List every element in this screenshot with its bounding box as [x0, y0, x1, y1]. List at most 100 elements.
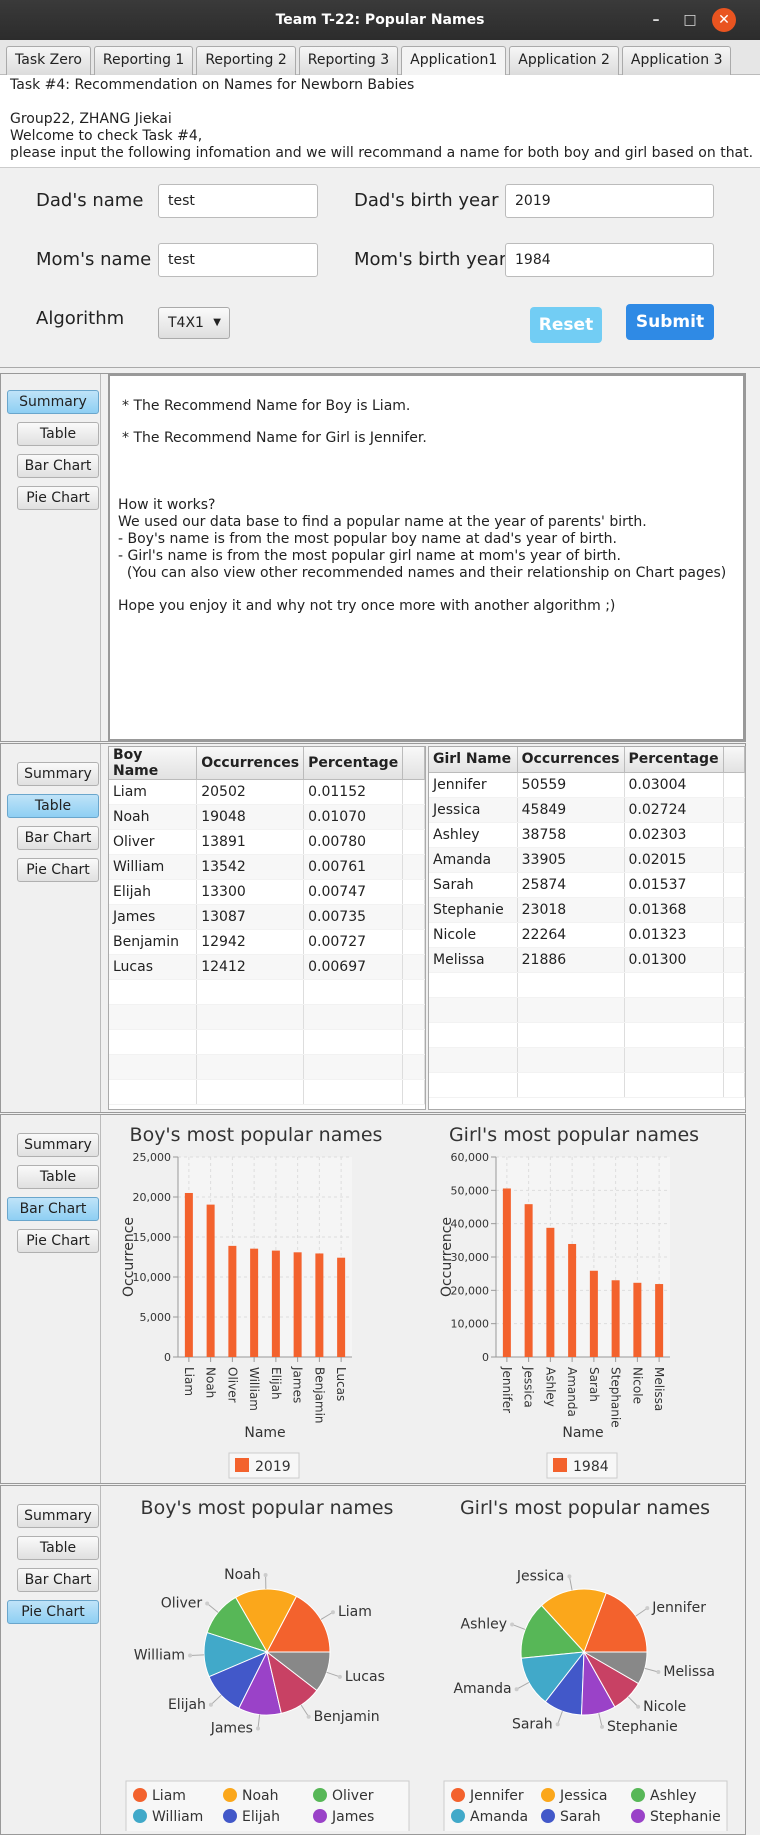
table-row[interactable]: Sarah258740.01537 — [429, 872, 745, 897]
mom-year-label: Mom's birth year — [354, 249, 506, 270]
occurrences-header[interactable]: Occurrences — [517, 747, 624, 772]
nav-bar-chart-button[interactable]: Bar Chart — [7, 1197, 99, 1221]
nav-bar-chart-button[interactable]: Bar Chart — [17, 826, 99, 850]
table-row[interactable] — [429, 1022, 745, 1047]
nav-table-button[interactable]: Table — [17, 422, 99, 446]
tab-reporting-2[interactable]: Reporting 2 — [196, 46, 295, 75]
window-title: Team T-22: Popular Names — [276, 12, 485, 28]
x-tick-label: Benjamin — [312, 1367, 326, 1424]
leader-dot — [256, 1726, 260, 1730]
table-row[interactable]: Oliver138910.00780 — [109, 830, 425, 855]
table-cell: Noah — [109, 805, 197, 830]
table-row[interactable]: Nicole222640.01323 — [429, 922, 745, 947]
summary-panel: Summary Table Bar Chart Pie Chart * The … — [0, 373, 746, 742]
table-row[interactable]: Elijah133000.00747 — [109, 880, 425, 905]
nav-summary-button[interactable]: Summary — [17, 1133, 99, 1157]
percentage-header[interactable]: Percentage — [624, 747, 723, 772]
table-row[interactable] — [109, 1030, 425, 1055]
nav-pie-chart-button[interactable]: Pie Chart — [17, 858, 99, 882]
bar — [250, 1249, 258, 1357]
leader-dot — [331, 1610, 335, 1614]
tab-task-zero[interactable]: Task Zero — [6, 46, 91, 75]
table-row[interactable]: Jennifer505590.03004 — [429, 772, 745, 797]
table-cell: 22264 — [517, 922, 624, 947]
table-row[interactable] — [109, 1080, 425, 1105]
girl-names-table[interactable]: Girl Name Occurrences Percentage Jennife… — [428, 746, 746, 1110]
summary-text: * The Recommend Name for Boy is Liam.* T… — [108, 374, 745, 741]
dad-name-input[interactable]: test — [158, 184, 318, 218]
legend-label: Noah — [242, 1788, 279, 1804]
nav-pie-chart-button[interactable]: Pie Chart — [7, 1600, 99, 1624]
leader-line — [301, 1705, 309, 1717]
table-cell: 50559 — [517, 772, 624, 797]
dad-year-input[interactable]: 2019 — [505, 184, 714, 218]
table-cell: 12942 — [197, 930, 304, 955]
y-tick-label: 20,000 — [451, 1284, 490, 1297]
submit-button[interactable]: Submit — [626, 304, 714, 340]
table-row[interactable]: Noah190480.01070 — [109, 805, 425, 830]
bar — [207, 1205, 215, 1357]
legend-swatch — [631, 1788, 645, 1802]
leader-line — [512, 1624, 525, 1629]
algorithm-value: T4X1 — [168, 315, 204, 331]
table-cell: 33905 — [517, 847, 624, 872]
close-icon[interactable]: ✕ — [712, 8, 736, 32]
tab-application-1[interactable]: Application1 — [401, 46, 506, 75]
table-row[interactable]: Stephanie230180.01368 — [429, 897, 745, 922]
maximize-icon[interactable]: □ — [678, 8, 702, 32]
table-cell: Jessica — [429, 797, 517, 822]
table-row[interactable] — [109, 1005, 425, 1030]
table-row[interactable] — [429, 972, 745, 997]
table-row[interactable]: Jessica458490.02724 — [429, 797, 745, 822]
nav-table-button[interactable]: Table — [17, 1165, 99, 1189]
nav-bar-chart-button[interactable]: Bar Chart — [17, 1568, 99, 1592]
nav-pie-chart-button[interactable]: Pie Chart — [17, 486, 99, 510]
table-cell: 38758 — [517, 822, 624, 847]
x-tick-label: Stephanie — [609, 1367, 623, 1428]
boy-names-table[interactable]: Boy Name Occurrences Percentage Liam2050… — [108, 746, 426, 1110]
bar — [568, 1244, 576, 1357]
leader-dot — [307, 1715, 311, 1719]
tab-application-3[interactable]: Application 3 — [622, 46, 732, 75]
nav-summary-button[interactable]: Summary — [7, 390, 99, 414]
x-axis-label: Name — [562, 1425, 603, 1441]
mom-name-input[interactable]: test — [158, 243, 318, 277]
table-row[interactable] — [429, 1047, 745, 1072]
table-row[interactable] — [109, 1055, 425, 1080]
info-line: Task #4: Recommendation on Names for New… — [10, 77, 750, 94]
nav-summary-button[interactable]: Summary — [17, 762, 99, 786]
table-cell: Melissa — [429, 947, 517, 972]
nav-pie-chart-button[interactable]: Pie Chart — [17, 1229, 99, 1253]
minimize-icon[interactable]: – — [644, 8, 668, 32]
algorithm-select[interactable]: T4X1 ▼ — [158, 307, 230, 339]
girl-name-header[interactable]: Girl Name — [429, 747, 517, 772]
tab-application-2[interactable]: Application 2 — [509, 46, 619, 75]
mom-year-input[interactable]: 1984 — [505, 243, 714, 277]
table-row[interactable]: Melissa218860.01300 — [429, 947, 745, 972]
reset-button[interactable]: Reset — [530, 307, 602, 343]
occurrences-header[interactable]: Occurrences — [197, 747, 304, 780]
boy-name-header[interactable]: Boy Name — [109, 747, 197, 780]
table-row[interactable]: Liam205020.01152 — [109, 780, 425, 805]
table-row[interactable]: Ashley387580.02303 — [429, 822, 745, 847]
nav-table-button[interactable]: Table — [7, 794, 99, 818]
table-row[interactable]: Lucas124120.00697 — [109, 955, 425, 980]
info-line: please input the following infomation an… — [10, 145, 750, 162]
table-row[interactable]: Benjamin129420.00727 — [109, 930, 425, 955]
table-row[interactable] — [429, 1072, 745, 1097]
table-row[interactable]: James130870.00735 — [109, 905, 425, 930]
percentage-header[interactable]: Percentage — [304, 747, 403, 780]
table-row[interactable] — [109, 980, 425, 1005]
tab-reporting-3[interactable]: Reporting 3 — [299, 46, 398, 75]
y-tick-label: 60,000 — [451, 1151, 490, 1164]
table-row[interactable] — [429, 997, 745, 1022]
x-tick-label: Ashley — [543, 1367, 557, 1407]
table-row[interactable]: William135420.00761 — [109, 855, 425, 880]
leader-dot — [645, 1606, 649, 1610]
tab-reporting-1[interactable]: Reporting 1 — [94, 46, 193, 75]
table-row[interactable]: Amanda339050.02015 — [429, 847, 745, 872]
leader-line — [558, 1711, 563, 1724]
nav-summary-button[interactable]: Summary — [17, 1504, 99, 1528]
nav-bar-chart-button[interactable]: Bar Chart — [17, 454, 99, 478]
nav-table-button[interactable]: Table — [17, 1536, 99, 1560]
